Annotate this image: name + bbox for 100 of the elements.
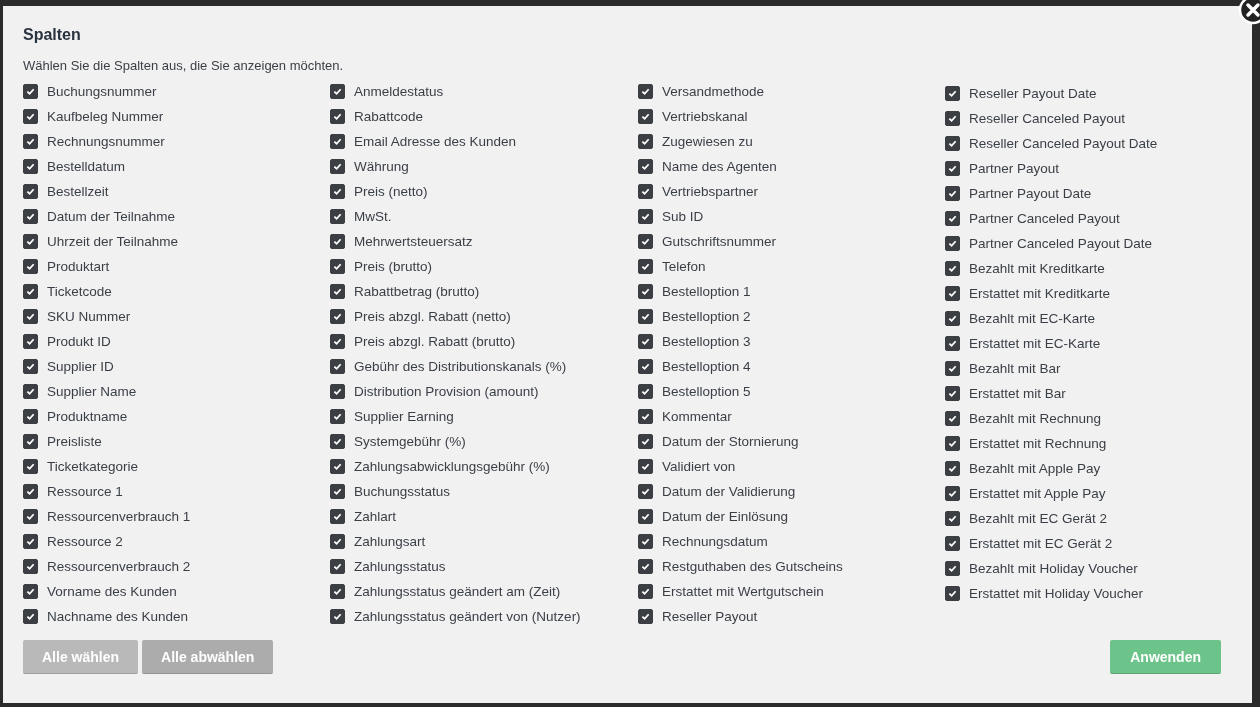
dialog-button[interactable]: Alle wählen [23,640,139,674]
checkbox[interactable] [945,261,960,276]
checkbox[interactable] [638,109,653,124]
checkbox[interactable] [330,284,345,299]
checkbox[interactable] [638,584,653,599]
checkbox[interactable] [945,286,960,301]
checkbox[interactable] [23,234,38,249]
checkbox[interactable] [330,509,345,524]
checkbox[interactable] [638,159,653,174]
column-label: Vertriebspartner [662,184,759,199]
checkbox[interactable] [330,109,345,124]
checkbox[interactable] [23,134,38,149]
checkbox[interactable] [330,534,345,549]
checkbox[interactable] [23,509,38,524]
checkbox[interactable] [23,159,38,174]
checkbox[interactable] [638,234,653,249]
checkbox[interactable] [330,559,345,574]
checkbox[interactable] [945,211,960,226]
checkbox[interactable] [945,561,960,576]
checkbox[interactable] [638,134,653,149]
checkbox[interactable] [945,336,960,351]
checkbox[interactable] [945,161,960,176]
checkbox[interactable] [638,184,653,199]
checkbox[interactable] [330,184,345,199]
checkbox[interactable] [638,484,653,499]
checkbox[interactable] [23,284,38,299]
check-icon [333,412,342,421]
checkbox[interactable] [23,309,38,324]
checkbox[interactable] [23,109,38,124]
checkbox[interactable] [330,409,345,424]
checkbox[interactable] [23,559,38,574]
column-label: Zahlungsstatus geändert am (Zeit) [354,584,561,599]
checkbox[interactable] [23,384,38,399]
check-icon [948,164,957,173]
checkbox[interactable] [945,86,960,101]
checkbox[interactable] [945,236,960,251]
check-icon [26,362,35,371]
checkbox[interactable] [638,359,653,374]
checkbox[interactable] [945,361,960,376]
checkbox[interactable] [23,209,38,224]
check-icon [333,287,342,296]
column-label: Reseller Payout Date [969,86,1097,101]
checkbox[interactable] [638,384,653,399]
checkbox[interactable] [23,484,38,499]
checkbox[interactable] [23,359,38,374]
checkbox[interactable] [23,584,38,599]
checkbox[interactable] [23,259,38,274]
checkbox[interactable] [330,484,345,499]
checkbox[interactable] [330,359,345,374]
checkbox[interactable] [330,234,345,249]
checkbox[interactable] [23,459,38,474]
checkbox[interactable] [945,486,960,501]
checkbox[interactable] [330,609,345,624]
checkbox[interactable] [945,186,960,201]
checkbox[interactable] [23,409,38,424]
checkbox[interactable] [23,184,38,199]
checkbox[interactable] [638,534,653,549]
checkbox[interactable] [945,436,960,451]
checkbox[interactable] [945,586,960,601]
checkbox[interactable] [23,84,38,99]
check-icon [948,489,957,498]
checkbox[interactable] [23,434,38,449]
checkbox[interactable] [638,409,653,424]
checkbox[interactable] [638,334,653,349]
checkbox[interactable] [330,209,345,224]
checkbox[interactable] [638,459,653,474]
checkbox[interactable] [330,459,345,474]
checkbox[interactable] [330,584,345,599]
checkbox[interactable] [330,259,345,274]
checkbox[interactable] [945,111,960,126]
checkbox[interactable] [945,536,960,551]
checkbox[interactable] [638,259,653,274]
checkbox[interactable] [638,84,653,99]
checkbox[interactable] [330,334,345,349]
checkbox[interactable] [23,334,38,349]
checkbox[interactable] [638,284,653,299]
checkbox[interactable] [945,511,960,526]
checkbox[interactable] [945,136,960,151]
checkbox[interactable] [330,309,345,324]
checkbox[interactable] [945,461,960,476]
check-icon [641,112,650,121]
checkbox[interactable] [330,84,345,99]
checkbox[interactable] [23,609,38,624]
checkbox[interactable] [945,311,960,326]
checkbox[interactable] [945,386,960,401]
checkbox[interactable] [638,309,653,324]
check-icon [641,412,650,421]
checkbox[interactable] [638,434,653,449]
dialog-button[interactable]: Alle abwählen [142,640,274,674]
apply-button[interactable]: Anwenden [1110,640,1221,674]
checkbox[interactable] [330,384,345,399]
checkbox[interactable] [638,609,653,624]
checkbox[interactable] [330,159,345,174]
checkbox[interactable] [638,209,653,224]
checkbox[interactable] [23,534,38,549]
checkbox[interactable] [945,411,960,426]
checkbox[interactable] [330,134,345,149]
checkbox[interactable] [638,559,653,574]
checkbox[interactable] [638,509,653,524]
checkbox[interactable] [330,434,345,449]
